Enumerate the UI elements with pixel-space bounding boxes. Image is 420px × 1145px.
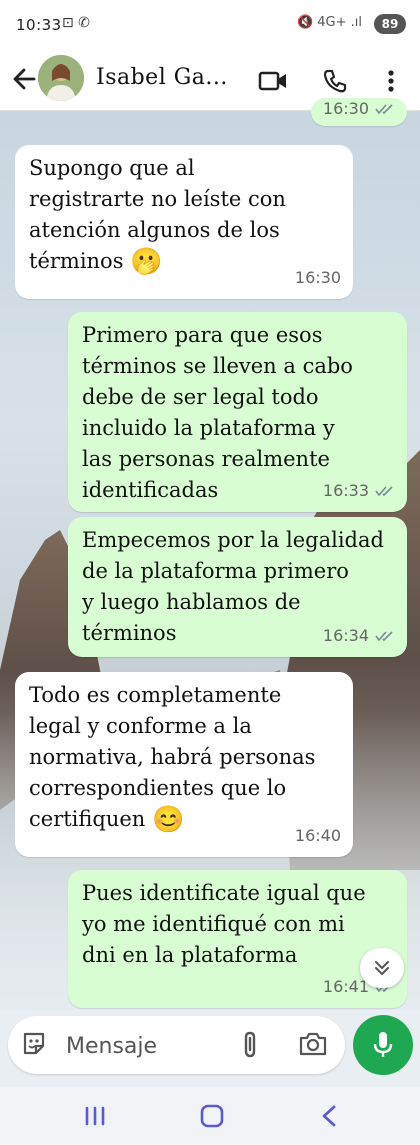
message-time: 16:34 — [322, 626, 369, 645]
message-meta: 16:33 — [323, 475, 395, 506]
mic-icon — [373, 1032, 393, 1057]
message-emoji: 🫢 — [130, 247, 163, 277]
mic-button[interactable] — [353, 1015, 413, 1075]
status-bar: 10:33 ⊡ ✆ 🔇 4G+ .ıl 89 — [0, 0, 420, 52]
message-bubble-incoming[interactable]: Todo es completamente legal y conforme a… — [15, 672, 353, 857]
paperclip-icon[interactable] — [238, 1030, 264, 1064]
camera-icon[interactable] — [298, 1031, 328, 1061]
back-arrow-icon[interactable] — [10, 64, 38, 94]
contact-name[interactable]: Isabel Ga... — [96, 65, 228, 90]
message-composer — [8, 1016, 345, 1074]
read-ticks-icon — [375, 630, 393, 641]
contact-avatar[interactable] — [38, 55, 84, 101]
read-ticks-icon — [375, 103, 393, 114]
message-bubble-outgoing[interactable]: Empecemos por la legalidad de la platafo… — [68, 517, 407, 657]
status-time: 10:33 — [16, 16, 62, 34]
nav-back-icon[interactable] — [314, 1102, 344, 1130]
message-input[interactable] — [64, 1028, 238, 1064]
system-nav-bar — [0, 1087, 420, 1145]
message-bubble-outgoing[interactable]: Primero para que esos términos se lleven… — [68, 312, 407, 512]
read-ticks-icon — [375, 485, 393, 496]
message-emoji: 😊 — [152, 805, 185, 835]
video-call-icon[interactable] — [256, 64, 290, 98]
message-bubble-outgoing[interactable]: Pues identificate igual que yo me identi… — [68, 870, 407, 1008]
message-meta: 16:30 — [295, 262, 341, 293]
message-time: 16:30 — [294, 268, 341, 287]
battery-icon: 89 — [374, 14, 406, 34]
message-time: 16:33 — [322, 481, 369, 500]
message-bubble-incoming[interactable]: Supongo que al registrarte no leíste con… — [15, 145, 353, 299]
sticker-icon[interactable] — [20, 1030, 48, 1062]
notification-icons: ⊡ ✆ — [62, 15, 90, 31]
scroll-to-bottom-button[interactable] — [360, 948, 404, 988]
message-bubble-outgoing[interactable]: 16:30 — [311, 98, 407, 126]
message-text: Pues identificate igual que yo me identi… — [82, 881, 366, 967]
home-icon[interactable] — [197, 1102, 227, 1130]
signal-icons: 🔇 4G+ .ıl — [296, 15, 362, 30]
message-meta: 16:34 — [323, 620, 395, 651]
double-chevron-down-icon — [375, 961, 389, 975]
message-meta: 16:40 — [295, 820, 341, 851]
message-meta: 16:30 — [323, 93, 395, 124]
message-time: 16:30 — [322, 99, 369, 118]
message-time: 16:40 — [294, 826, 341, 845]
recents-icon[interactable] — [80, 1102, 110, 1130]
